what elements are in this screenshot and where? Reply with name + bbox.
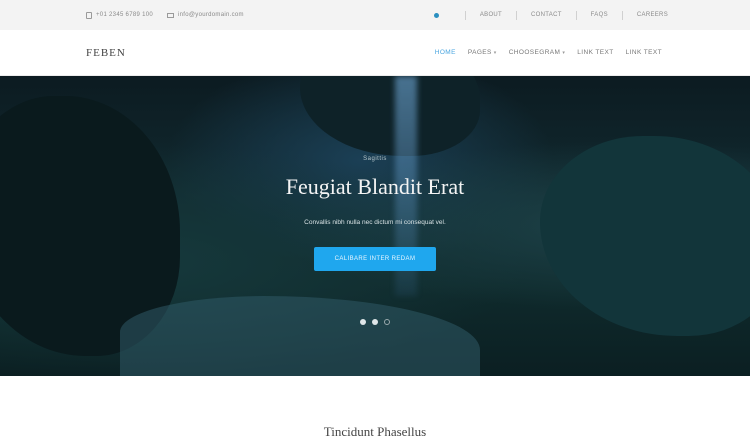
top-utility-bar: +01 2345 6789 100 info@yourdomain.com AB…: [0, 0, 750, 30]
hero-headline: Feugiat Blandit Erat: [285, 174, 465, 199]
nav-home[interactable]: HOME: [435, 49, 456, 56]
about-link[interactable]: ABOUT: [480, 12, 502, 18]
nav-link-text-1[interactable]: LINK TEXT: [577, 49, 613, 56]
utility-links: ABOUT CONTACT FAQS CAREERS: [433, 10, 668, 20]
slide-dot-1[interactable]: [360, 319, 366, 325]
nav-choosegram[interactable]: CHOOSEGRAM ▾: [509, 49, 566, 56]
globe-icon[interactable]: [433, 12, 439, 18]
hero-cta-button[interactable]: CALIBARE INTER REDAM: [314, 247, 436, 271]
hero-content: Sagittis Feugiat Blandit Erat Convallis …: [0, 156, 750, 271]
site-logo[interactable]: FEBEN: [86, 47, 126, 59]
hero-subtext: Convallis nibh nulla nec dictum mi conse…: [304, 219, 446, 226]
mail-icon: [167, 12, 174, 18]
contact-link[interactable]: CONTACT: [531, 12, 562, 18]
main-navbar: FEBEN HOME PAGES ▾ CHOOSEGRAM ▾ LINK TEX…: [0, 30, 750, 76]
email-text: info@yourdomain.com: [178, 12, 244, 18]
hero-slider: Sagittis Feugiat Blandit Erat Convallis …: [0, 76, 750, 376]
hero-background-rock-top: [300, 76, 480, 156]
divider: [621, 10, 623, 20]
nav-pages[interactable]: PAGES ▾: [468, 49, 497, 56]
hero-eyebrow: Sagittis: [363, 156, 387, 162]
faqs-link[interactable]: FAQS: [591, 12, 608, 18]
hero-background-snow: [120, 296, 480, 376]
main-menu: HOME PAGES ▾ CHOOSEGRAM ▾ LINK TEXT LINK…: [435, 49, 662, 56]
nav-link-text-1-label: LINK TEXT: [577, 49, 614, 56]
chevron-down-icon: ▾: [562, 49, 566, 56]
nav-link-text-2-label: LINK TEXT: [625, 49, 662, 56]
phone-text: +01 2345 6789 100: [96, 12, 153, 18]
slider-pagination: [0, 319, 750, 325]
phone-contact[interactable]: +01 2345 6789 100: [86, 11, 153, 19]
chevron-down-icon: ▾: [493, 49, 497, 56]
divider: [464, 10, 466, 20]
divider: [516, 10, 518, 20]
email-contact[interactable]: info@yourdomain.com: [167, 12, 244, 18]
careers-link[interactable]: CAREERS: [637, 12, 668, 18]
nav-pages-label: PAGES: [467, 49, 492, 56]
slide-dot-3[interactable]: [384, 319, 390, 325]
nav-home-label: HOME: [434, 49, 456, 56]
nav-choosegram-label: CHOOSEGRAM: [508, 49, 561, 56]
phone-icon: [86, 11, 92, 19]
divider: [575, 10, 577, 20]
nav-link-text-2[interactable]: LINK TEXT: [626, 49, 662, 56]
slide-dot-2[interactable]: [372, 319, 378, 325]
contact-info: +01 2345 6789 100 info@yourdomain.com: [86, 11, 244, 19]
